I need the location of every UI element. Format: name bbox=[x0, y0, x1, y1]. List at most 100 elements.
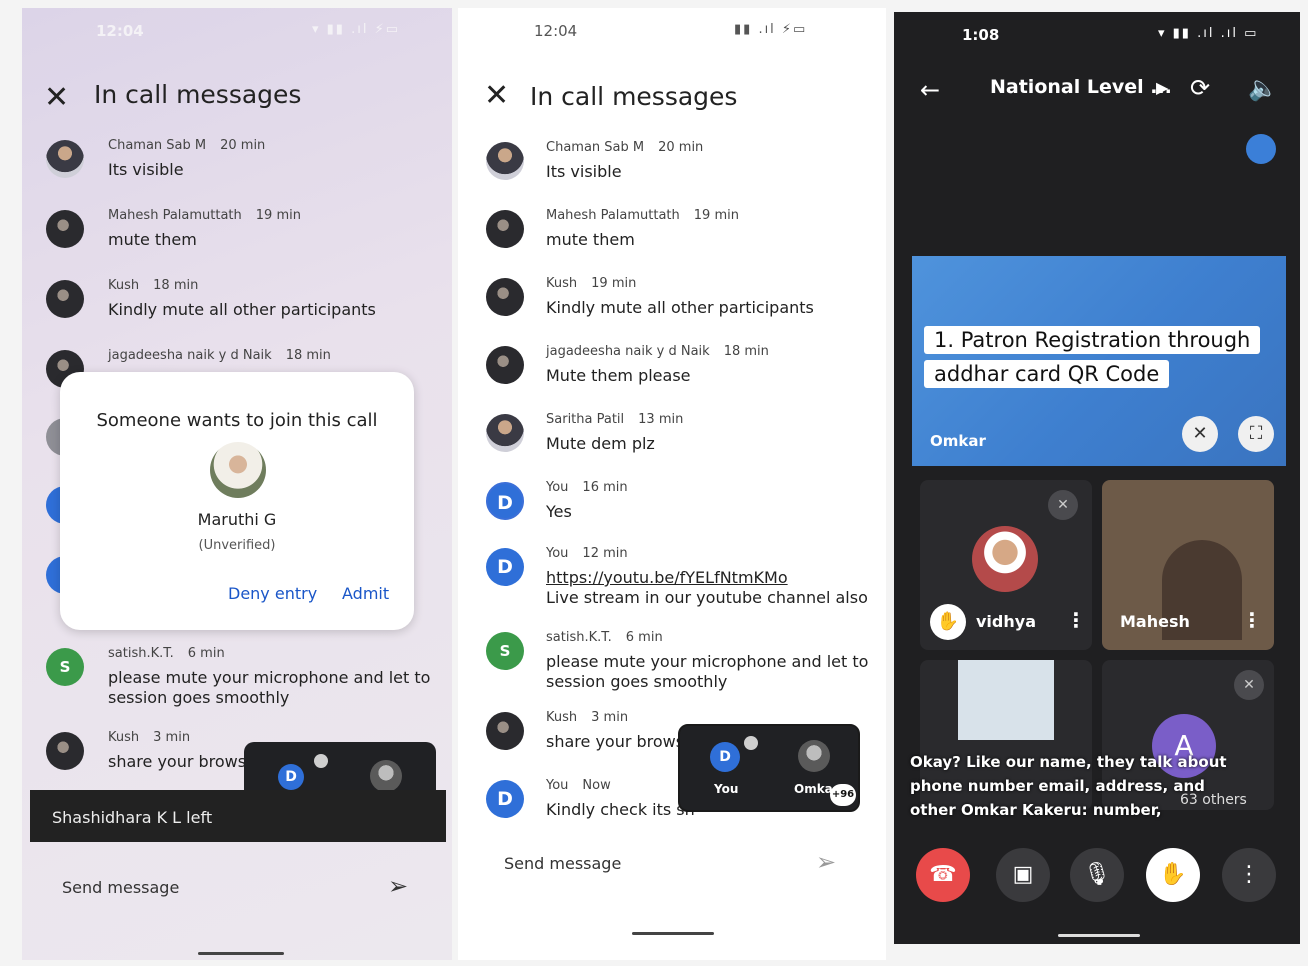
mic-off-icon: ✕ bbox=[1234, 670, 1264, 700]
status-bar: 12:04 ▮▮ .ıl ⚡▭ bbox=[458, 22, 886, 48]
message-meta: Saritha Patil 13 min bbox=[546, 412, 683, 427]
more-options-icon[interactable]: ⋮ bbox=[1242, 608, 1262, 632]
participant-left-toast: Shashidhara K L left bbox=[30, 790, 446, 842]
message-text: Mute them please bbox=[546, 366, 691, 385]
status-time: 12:04 bbox=[96, 22, 144, 40]
sender-name: Kush bbox=[546, 710, 578, 725]
avatar bbox=[486, 414, 524, 452]
send-icon[interactable]: ➢ bbox=[388, 872, 408, 900]
avatar bbox=[46, 732, 84, 770]
status-bar: 12:04 ▾ ▮▮ .ıl ⚡▭ bbox=[22, 22, 452, 48]
message-meta: jagadeesha naik y d Naik 18 min bbox=[546, 344, 769, 359]
switch-camera-icon[interactable]: ⟳ bbox=[1190, 74, 1210, 102]
raised-hand-icon: ✋ bbox=[930, 604, 966, 640]
send-message-input[interactable]: Send message bbox=[62, 878, 179, 897]
sender-name: Mahesh Palamuttath bbox=[546, 208, 680, 223]
sender-name: satish.K.T. bbox=[108, 646, 174, 661]
avatar bbox=[486, 210, 524, 248]
sender-name: Saritha Patil bbox=[546, 412, 625, 427]
avatar bbox=[370, 760, 402, 792]
nav-handle bbox=[198, 952, 284, 955]
pip-other-label: Omka bbox=[794, 782, 833, 796]
message-time: 20 min bbox=[220, 138, 266, 153]
close-icon[interactable]: ✕ bbox=[44, 80, 69, 115]
admit-button[interactable]: Admit bbox=[342, 584, 389, 603]
message-time: 19 min bbox=[693, 208, 739, 223]
message-time: 3 min bbox=[153, 730, 191, 745]
message-time: 18 min bbox=[153, 278, 199, 293]
participant-video bbox=[958, 660, 1054, 740]
unpin-icon[interactable]: ✕ bbox=[1182, 416, 1218, 452]
microphone-button[interactable]: 🎙 bbox=[1070, 848, 1124, 902]
deny-entry-button[interactable]: Deny entry bbox=[228, 584, 317, 603]
message-time: 6 min bbox=[625, 630, 663, 645]
avatar: S bbox=[46, 648, 84, 686]
avatar bbox=[486, 142, 524, 180]
message-meta: Mahesh Palamuttath 19 min bbox=[546, 208, 739, 223]
status-time: 1:08 bbox=[962, 26, 1000, 44]
end-call-button[interactable]: ☎ bbox=[916, 848, 970, 902]
status-icons: ▾ ▮▮ .ıl .ıl ▭ bbox=[1158, 26, 1259, 41]
avatar: D bbox=[486, 482, 524, 520]
sender-name: satish.K.T. bbox=[546, 630, 612, 645]
sender-name: jagadeesha naik y d Naik bbox=[546, 344, 710, 359]
screenshot-collage: 12:04 ▾ ▮▮ .ıl ⚡▭ ✕ In call messages Cha… bbox=[0, 0, 1308, 966]
close-icon[interactable]: ✕ bbox=[484, 78, 509, 113]
message-time: 19 min bbox=[255, 208, 301, 223]
message-meta: satish.K.T. 6 min bbox=[108, 646, 225, 661]
avatar: D bbox=[486, 548, 524, 586]
send-message-input[interactable]: Send message bbox=[504, 854, 621, 873]
sender-name: You bbox=[546, 480, 569, 495]
message-meta: Chaman Sab M 20 min bbox=[546, 140, 703, 155]
message-time: 3 min bbox=[591, 710, 629, 725]
message-meta: satish.K.T. 6 min bbox=[546, 630, 663, 645]
fullscreen-icon[interactable]: ⛶ bbox=[1238, 416, 1274, 452]
raise-hand-button[interactable]: ✋ bbox=[1146, 848, 1200, 902]
avatar bbox=[972, 526, 1038, 592]
youtube-link[interactable]: https://youtu.be/fYELfNtmKMo bbox=[546, 568, 788, 587]
more-options-button[interactable]: ⋮ bbox=[1222, 848, 1276, 902]
message-time: 6 min bbox=[187, 646, 225, 661]
more-options-icon[interactable]: ⋮ bbox=[1066, 608, 1086, 632]
message-meta: Kush 18 min bbox=[108, 278, 198, 293]
message-meta: Chaman Sab M 20 min bbox=[108, 138, 265, 153]
avatar: S bbox=[486, 632, 524, 670]
presentation-tile[interactable]: 1. Patron Registration through addhar ca… bbox=[912, 256, 1286, 466]
status-icons: ▾ ▮▮ .ıl ⚡▭ bbox=[312, 22, 400, 37]
send-icon[interactable]: ➢ bbox=[816, 848, 836, 876]
participant-name: vidhya bbox=[976, 612, 1036, 631]
message-time: 13 min bbox=[638, 412, 684, 427]
message-meta: You 16 min bbox=[546, 480, 628, 495]
avatar: D bbox=[278, 764, 304, 790]
participant-tile[interactable]: ✕ ✋ vidhya ⋮ bbox=[920, 480, 1092, 650]
message-text: mute them bbox=[546, 230, 635, 249]
back-arrow-icon[interactable]: ← bbox=[920, 76, 940, 104]
camera-button[interactable]: ▣ bbox=[996, 848, 1050, 902]
speaker-icon[interactable]: 🔈 bbox=[1248, 74, 1278, 102]
message-time: 12 min bbox=[582, 546, 628, 561]
message-meta: Mahesh Palamuttath 19 min bbox=[108, 208, 301, 223]
message-time: 20 min bbox=[658, 140, 704, 155]
message-text: please mute your microphone and let to bbox=[108, 668, 431, 687]
participant-name: Mahesh bbox=[1120, 612, 1190, 631]
message-time: 18 min bbox=[723, 344, 769, 359]
panel-meeting-view: 1:08 ▾ ▮▮ .ıl .ıl ▭ ← National Level ...… bbox=[894, 12, 1300, 944]
message-text: session goes smoothly bbox=[546, 672, 728, 691]
picture-in-picture[interactable]: D You Omka +96 bbox=[678, 724, 860, 812]
message-text: mute them bbox=[108, 230, 197, 249]
meeting-title[interactable]: National Level ... bbox=[990, 76, 1172, 98]
panel-chat-with-join-request: 12:04 ▾ ▮▮ .ıl ⚡▭ ✕ In call messages Cha… bbox=[22, 8, 452, 960]
chevron-right-icon[interactable]: ▶ bbox=[1156, 78, 1168, 97]
sender-name: Kush bbox=[546, 276, 578, 291]
join-request-dialog: Someone wants to join this call Maruthi … bbox=[60, 372, 414, 630]
sender-name: You bbox=[546, 546, 569, 561]
nav-handle bbox=[632, 932, 714, 935]
sender-name: Mahesh Palamuttath bbox=[108, 208, 242, 223]
requester-name: Maruthi G bbox=[197, 510, 277, 529]
participant-tile[interactable]: Mahesh ⋮ bbox=[1102, 480, 1274, 650]
verification-status: (Unverified) bbox=[198, 538, 276, 553]
pip-you-label: You bbox=[714, 782, 739, 796]
message-meta: You 12 min bbox=[546, 546, 628, 561]
message-text: share your brows bbox=[546, 732, 685, 751]
message-meta: Kush 19 min bbox=[546, 276, 636, 291]
